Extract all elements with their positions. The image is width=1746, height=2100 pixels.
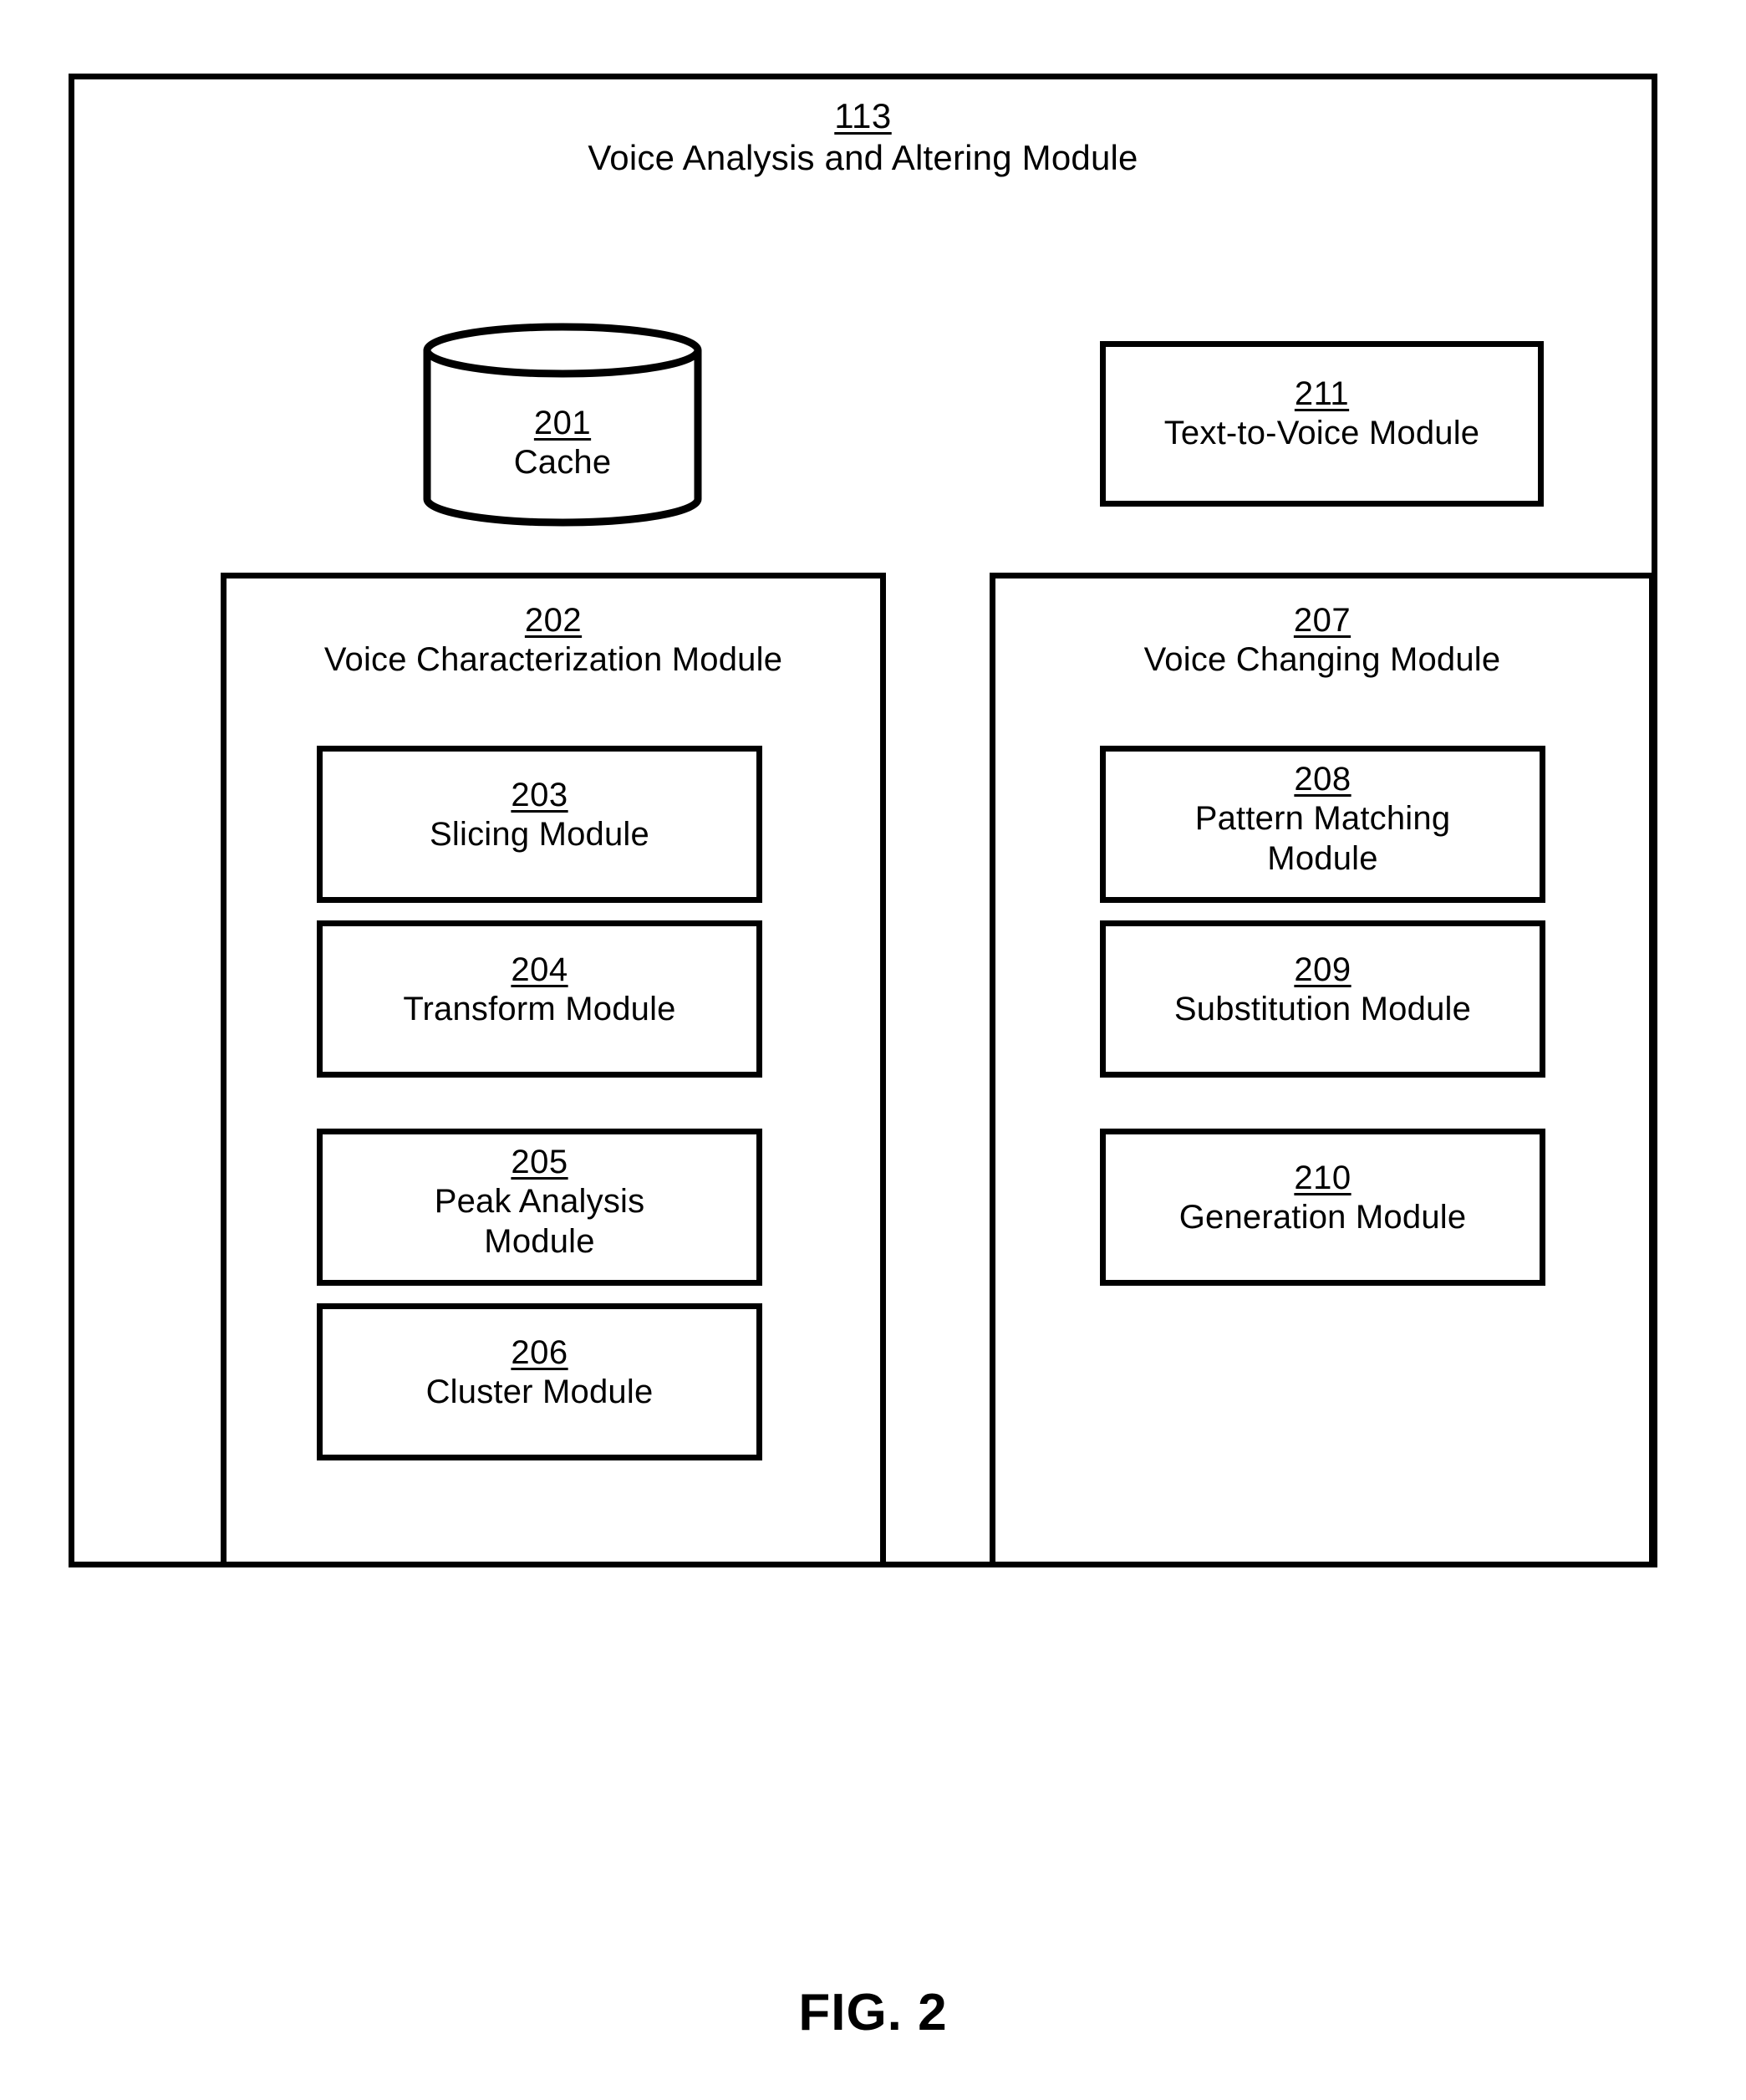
outer-frame-title: 113 Voice Analysis and Altering Module bbox=[74, 96, 1652, 179]
pattern-matching-module-ref-number: 208 bbox=[1294, 761, 1351, 798]
patent-figure-page: 113 Voice Analysis and Altering Module 2… bbox=[0, 0, 1746, 2100]
generation-module-label: Generation Module bbox=[1178, 1199, 1467, 1236]
text-to-voice-module-box: 211 Text-to-Voice Module bbox=[1100, 341, 1544, 507]
text-to-voice-label: Text-to-Voice Module bbox=[1163, 415, 1480, 452]
slicing-module-label: Slicing Module bbox=[430, 816, 649, 854]
outer-frame-ref-number: 113 bbox=[834, 96, 892, 135]
voice-changing-label-group: 207 Voice Changing Module bbox=[995, 601, 1649, 680]
slicing-module-ref-number: 203 bbox=[511, 777, 568, 813]
text-to-voice-label-group: 211 Text-to-Voice Module bbox=[1106, 375, 1538, 453]
voice-characterization-label: Voice Characterization Module bbox=[323, 641, 783, 679]
text-to-voice-ref-number: 211 bbox=[1294, 375, 1350, 412]
transform-module-box: 204 Transform Module bbox=[317, 920, 762, 1078]
cluster-module-label-group: 206 Cluster Module bbox=[323, 1333, 756, 1412]
voice-characterization-label-group: 202 Voice Characterization Module bbox=[227, 601, 880, 680]
pattern-matching-module-label-group: 208 Pattern Matching Module bbox=[1106, 760, 1540, 879]
peak-analysis-module-box: 205 Peak Analysis Module bbox=[317, 1129, 762, 1286]
cache-label: Cache bbox=[513, 444, 612, 482]
cache-cylinder: 201 Cache bbox=[420, 322, 705, 528]
slicing-module-label-group: 203 Slicing Module bbox=[323, 776, 756, 854]
peak-analysis-module-ref-number: 205 bbox=[511, 1144, 568, 1180]
peak-analysis-module-label-line2: Module bbox=[484, 1223, 595, 1261]
substitution-module-label: Substitution Module bbox=[1173, 991, 1472, 1028]
generation-module-label-group: 210 Generation Module bbox=[1106, 1159, 1540, 1237]
peak-analysis-module-label-group: 205 Peak Analysis Module bbox=[323, 1143, 756, 1262]
transform-module-label-group: 204 Transform Module bbox=[323, 951, 756, 1029]
cluster-module-box: 206 Cluster Module bbox=[317, 1303, 762, 1460]
peak-analysis-module-label-line1: Peak Analysis bbox=[434, 1183, 645, 1221]
generation-module-box: 210 Generation Module bbox=[1100, 1129, 1545, 1286]
slicing-module-box: 203 Slicing Module bbox=[317, 746, 762, 903]
voice-characterization-ref-number: 202 bbox=[524, 602, 583, 639]
cache-label-group: 201 Cache bbox=[420, 404, 705, 482]
cluster-module-label: Cluster Module bbox=[425, 1374, 654, 1411]
pattern-matching-module-box: 208 Pattern Matching Module bbox=[1100, 746, 1545, 903]
transform-module-label: Transform Module bbox=[403, 991, 676, 1028]
substitution-module-box: 209 Substitution Module bbox=[1100, 920, 1545, 1078]
generation-module-ref-number: 210 bbox=[1294, 1160, 1351, 1196]
voice-analysis-and-altering-module-frame: 113 Voice Analysis and Altering Module 2… bbox=[69, 74, 1657, 1567]
substitution-module-label-group: 209 Substitution Module bbox=[1106, 951, 1540, 1029]
voice-changing-label: Voice Changing Module bbox=[1143, 641, 1501, 679]
figure-caption: FIG. 2 bbox=[798, 1984, 948, 2041]
outer-frame-label: Voice Analysis and Altering Module bbox=[588, 137, 1138, 177]
cache-ref-number: 201 bbox=[533, 405, 592, 441]
substitution-module-ref-number: 209 bbox=[1294, 951, 1351, 988]
pattern-matching-module-label-line1: Pattern Matching bbox=[1194, 800, 1451, 838]
pattern-matching-module-label-line2: Module bbox=[1267, 840, 1378, 878]
cluster-module-ref-number: 206 bbox=[511, 1334, 568, 1371]
voice-changing-ref-number: 207 bbox=[1293, 602, 1351, 639]
transform-module-ref-number: 204 bbox=[511, 951, 568, 988]
